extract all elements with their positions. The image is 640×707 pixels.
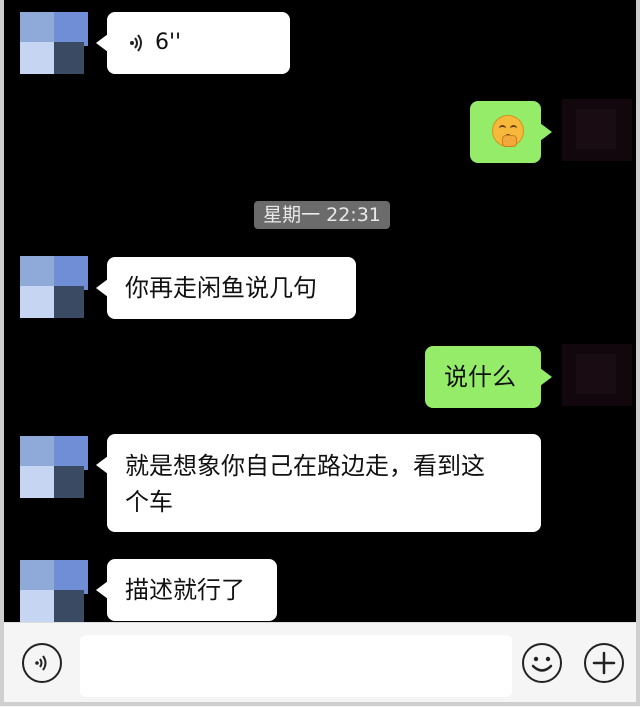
message-bubble[interactable]: 就是想象你自己在路边走，看到这 个车 <box>96 434 541 532</box>
voice-message-bubble[interactable]: 6'' <box>96 12 290 74</box>
plus-icon <box>592 651 616 675</box>
message-text-line: 个车 <box>125 488 173 516</box>
message-text: 描述就行了 <box>125 576 245 604</box>
voice-duration: 6'' <box>155 30 182 55</box>
message-bubble[interactable]: 描述就行了 <box>96 559 277 621</box>
shushing-face-emoji <box>492 115 524 147</box>
screen-frame <box>0 0 640 706</box>
voice-wave-icon <box>130 34 142 52</box>
message-text: 你再走闲鱼说几句 <box>125 274 317 302</box>
message-text: 说什么 <box>444 363 516 391</box>
emoji-icon <box>531 656 553 672</box>
my-avatar[interactable] <box>562 99 632 161</box>
voice-toggle-icon <box>35 655 47 671</box>
contact-avatar[interactable] <box>20 436 88 498</box>
message-text-line: 就是想象你自己在路边走，看到这 <box>125 452 485 480</box>
message-bubble[interactable]: 你再走闲鱼说几句 <box>96 257 356 319</box>
contact-avatar[interactable] <box>20 256 88 318</box>
emoji-button[interactable] <box>522 643 562 683</box>
contact-avatar[interactable] <box>20 12 88 74</box>
voice-toggle-button[interactable] <box>22 643 62 683</box>
contact-avatar[interactable] <box>20 560 88 622</box>
emoji-message-bubble[interactable] <box>470 101 552 163</box>
message-bubble[interactable]: 说什么 <box>425 346 552 408</box>
chat-timestamp: 星期一 22:31 <box>254 201 390 229</box>
my-avatar[interactable] <box>562 344 632 406</box>
message-input[interactable] <box>80 635 512 697</box>
more-button[interactable] <box>584 643 624 683</box>
chat-input-bar <box>0 622 640 707</box>
